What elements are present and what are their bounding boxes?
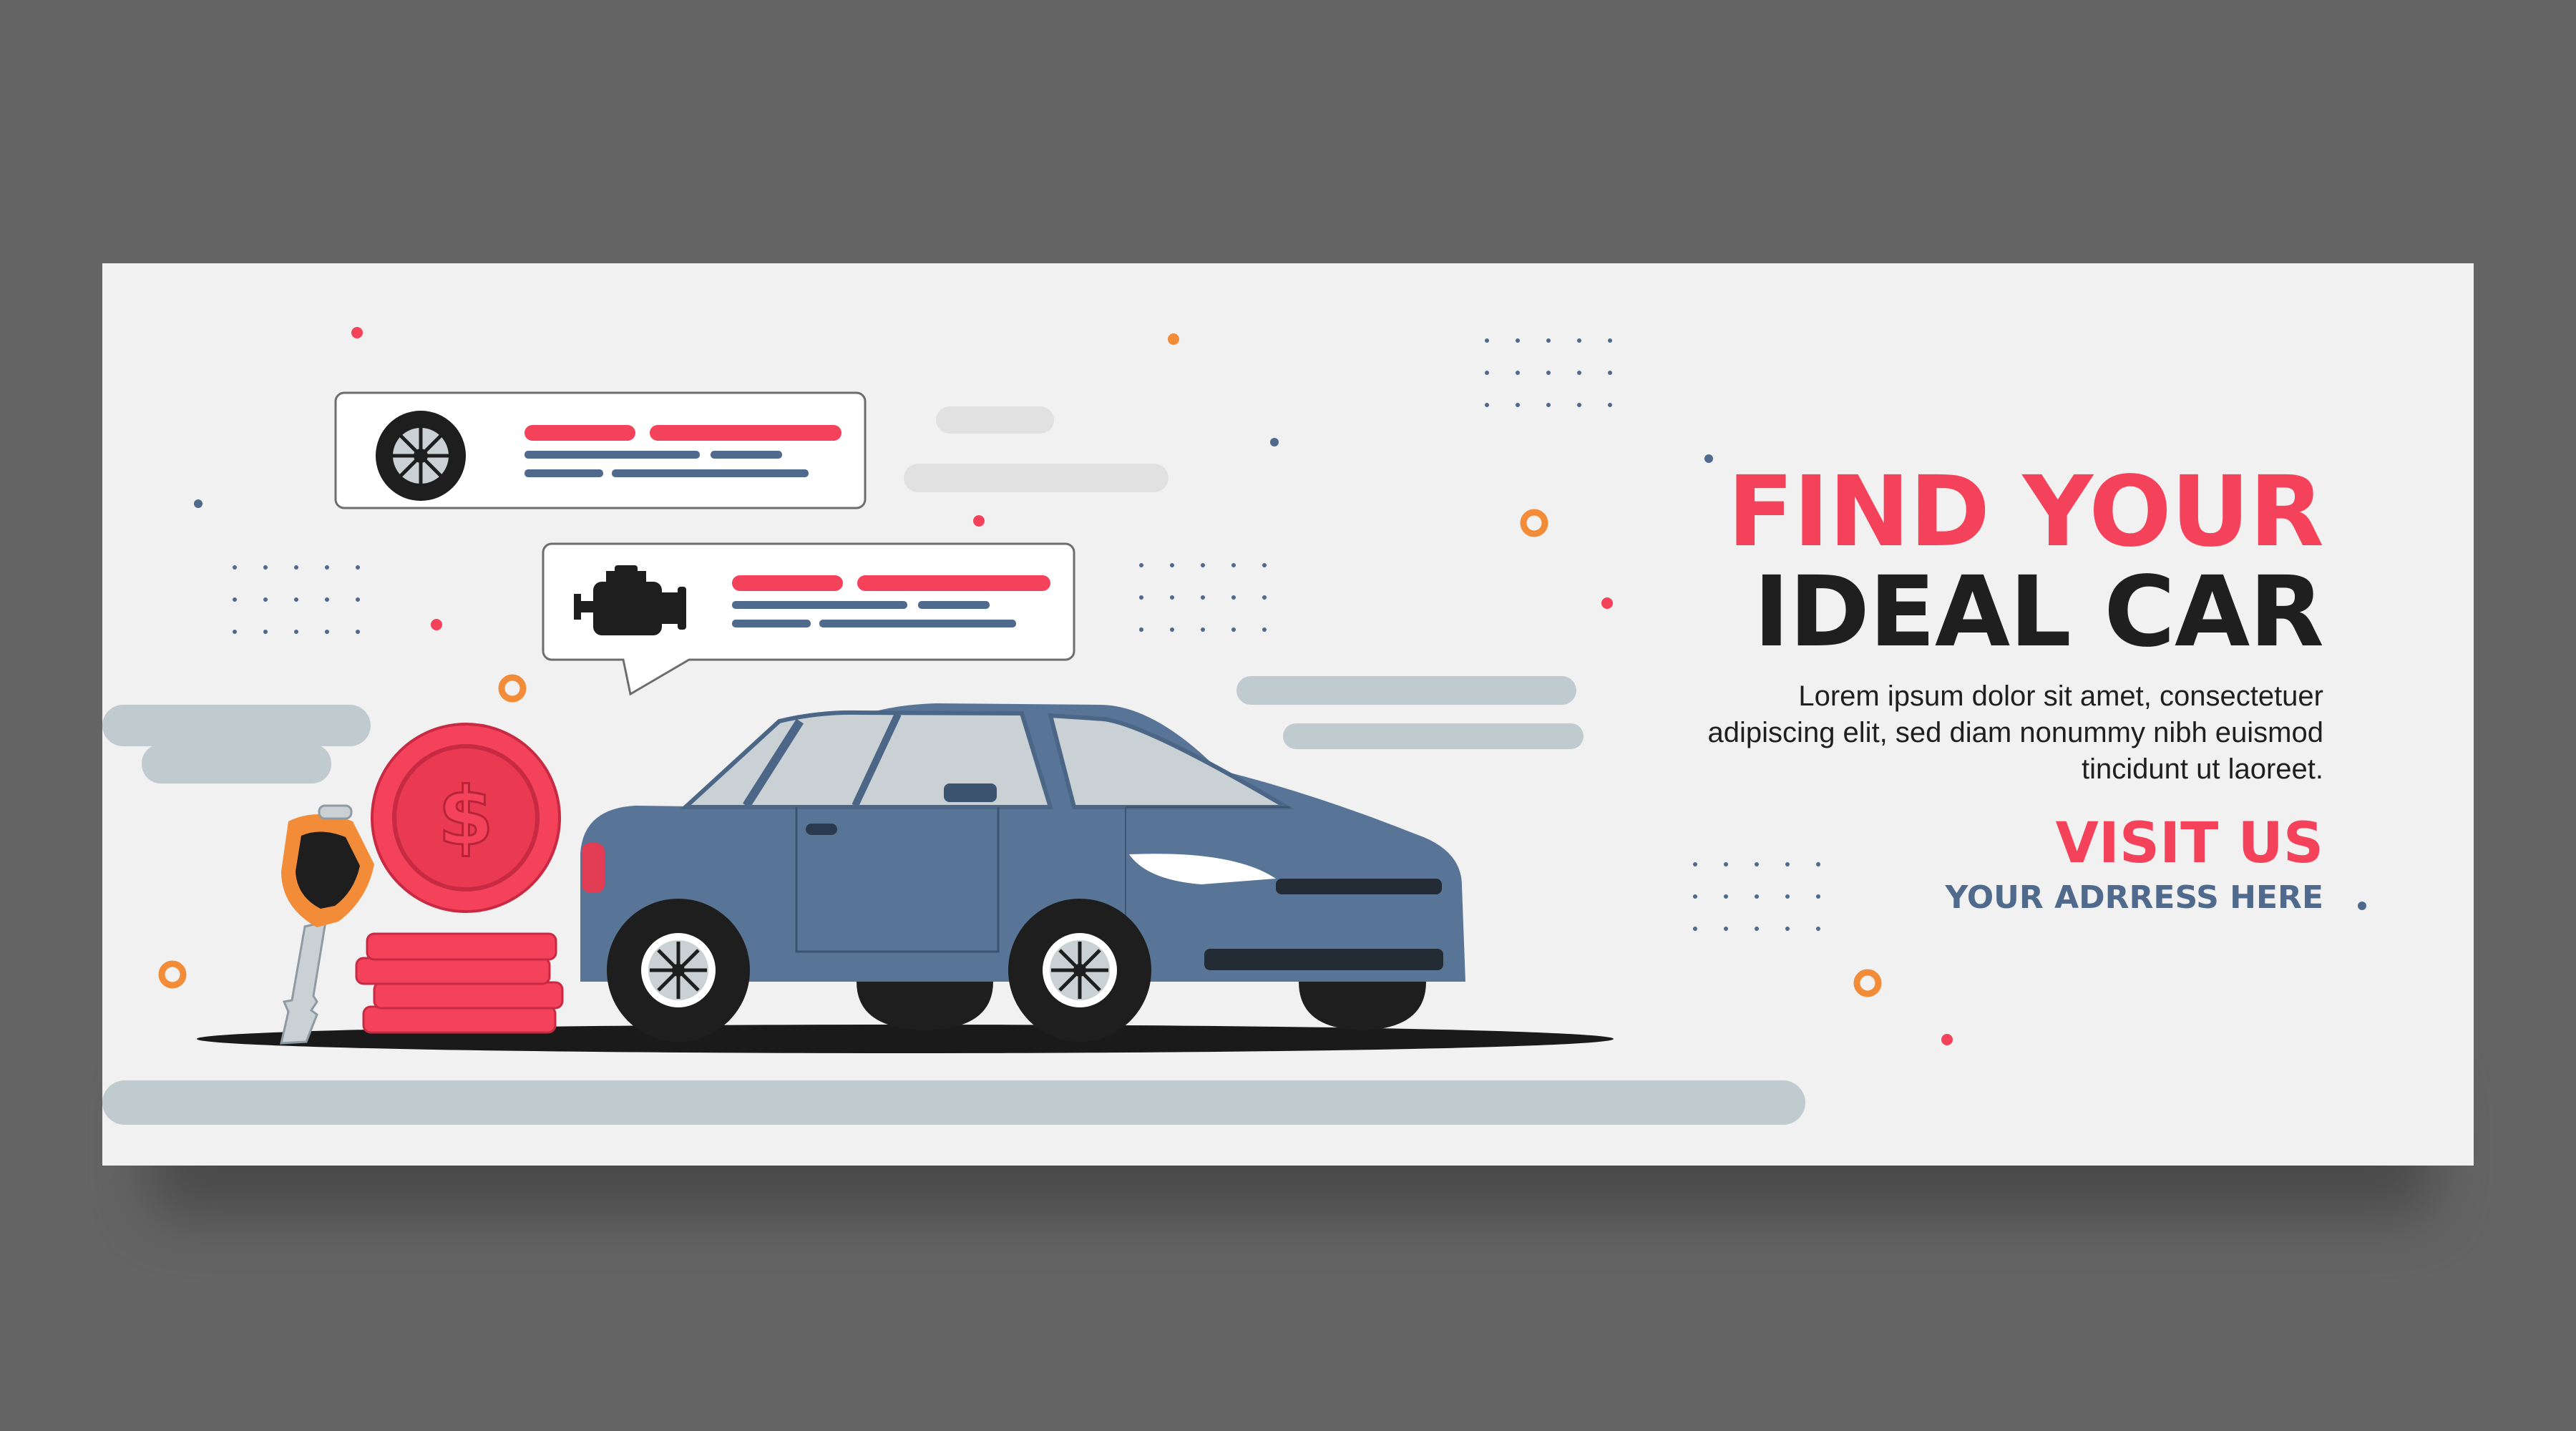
cloud-streak-left-2 bbox=[142, 744, 331, 783]
info-card-wheel bbox=[334, 391, 867, 509]
visit-us-heading: VISIT US bbox=[2055, 811, 2323, 876]
dollar-sign-icon: $ bbox=[438, 771, 494, 864]
cloud-streak-right-2 bbox=[1283, 723, 1584, 749]
car-illustration bbox=[580, 703, 1465, 1042]
car-key-icon bbox=[280, 804, 374, 1045]
cloud-streak-left-1 bbox=[102, 705, 371, 746]
dot-grid-left bbox=[233, 565, 360, 634]
car-banner: $ FIND YOUR IDEAL CAR Lorem ipsum dolor … bbox=[102, 263, 2474, 1166]
decor-orange-dot bbox=[1168, 333, 1179, 345]
cloud-streak-top-2 bbox=[904, 464, 1169, 492]
headline-line-1: FIND YOUR bbox=[1727, 456, 2324, 569]
coin-stack bbox=[355, 932, 564, 1034]
dot-grid-right bbox=[1693, 862, 1820, 931]
dot-grid-top bbox=[1485, 338, 1612, 407]
wheel-icon bbox=[376, 411, 466, 501]
dot-grid-center bbox=[1139, 563, 1267, 632]
cloud-streak-top-1 bbox=[936, 406, 1054, 434]
info-card-engine bbox=[542, 542, 1075, 696]
description-text: Lorem ipsum dolor sit amet, consectetuer… bbox=[1707, 680, 2323, 785]
cloud-streak-right-1 bbox=[1236, 676, 1576, 705]
address-text: YOUR ADRRESS HERE bbox=[1945, 879, 2323, 916]
ground-streak bbox=[102, 1080, 1805, 1125]
dollar-coin-icon: $ bbox=[355, 723, 564, 1034]
headline-line-2: IDEAL CAR bbox=[1753, 556, 2324, 669]
